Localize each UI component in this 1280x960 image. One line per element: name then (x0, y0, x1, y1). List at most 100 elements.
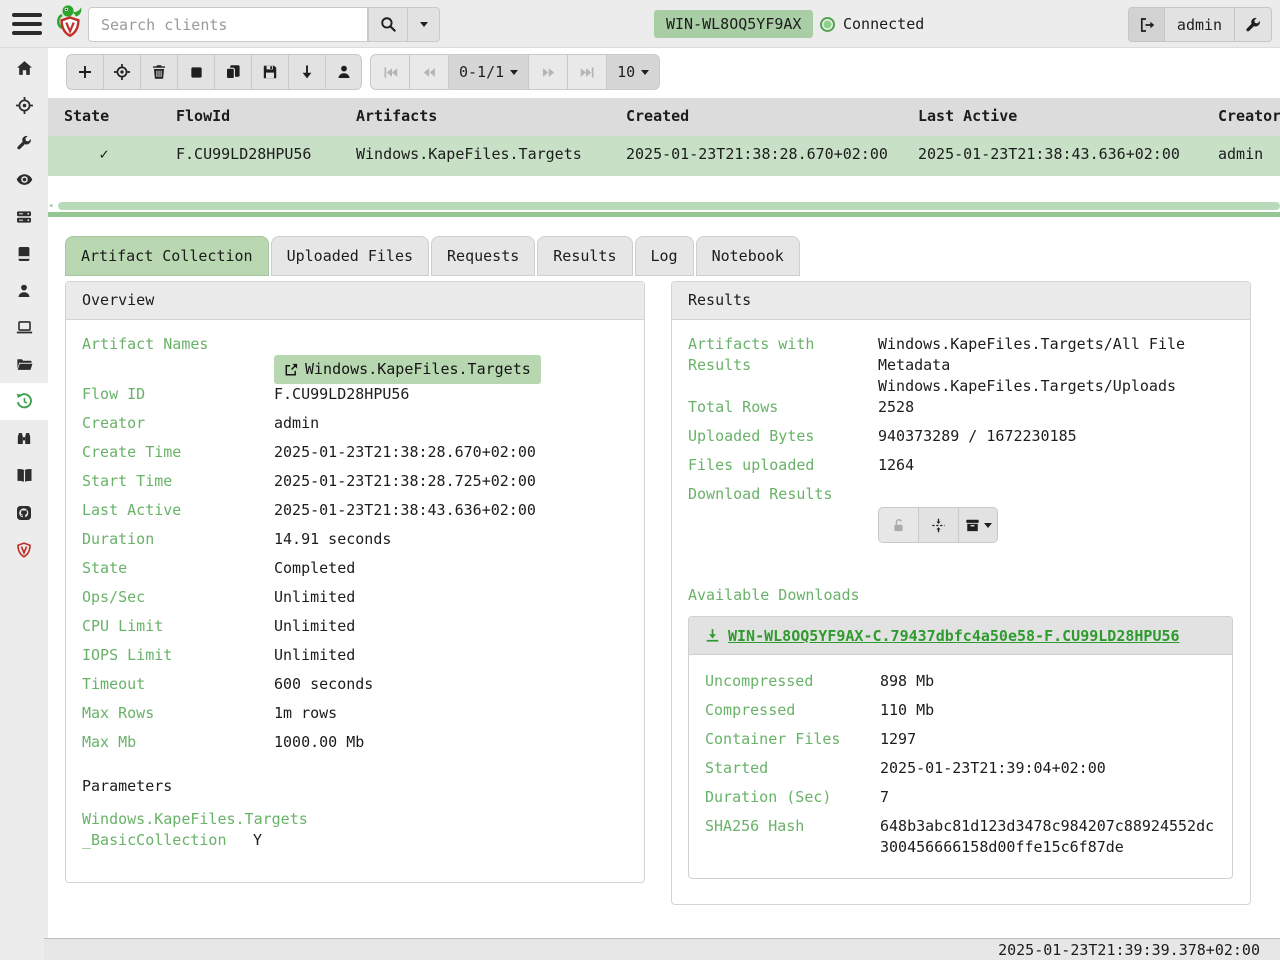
save-icon (262, 64, 278, 80)
download-icon (705, 628, 720, 643)
first-page-button[interactable] (370, 54, 409, 90)
user-icon (336, 64, 352, 80)
save-collection-button[interactable] (251, 54, 288, 90)
delete-flow-button[interactable] (140, 54, 177, 90)
previous-page-button[interactable] (409, 54, 448, 90)
page-range-button[interactable]: 0-1/1 (448, 54, 528, 90)
home-icon (16, 60, 33, 77)
sidebar-item-velociraptor[interactable] (0, 531, 48, 568)
artifact-link-button[interactable]: Windows.KapeFiles.Targets (274, 355, 541, 384)
download-fields: Uncompressed 898 Mb Compressed 110 Mb Co… (689, 655, 1232, 878)
sidebar-item-artifacts[interactable] (0, 124, 48, 161)
overview-field-row: Max Rows 1m rows (82, 703, 628, 732)
download-field-row: Container Files 1297 (705, 729, 1216, 758)
download-field-row: SHA256 Hash 648b3abc81d123d3478c984207c8… (705, 816, 1216, 858)
last-page-button[interactable] (567, 54, 606, 90)
book-open-icon (16, 467, 33, 484)
overview-field-row: State Completed (82, 558, 628, 587)
add-to-hunt-button[interactable] (103, 54, 140, 90)
overview-field-row: Creator admin (82, 413, 628, 442)
overview-panel-title: Overview (66, 282, 644, 320)
caret-down-icon (420, 22, 428, 27)
col-state: State (48, 98, 160, 136)
col-artifacts: Artifacts (340, 98, 610, 136)
wrench-icon (1245, 17, 1261, 33)
horizontal-scrollbar: ◂ (48, 202, 1280, 210)
export-flow-button[interactable] (288, 54, 325, 90)
tab-uploaded-files[interactable]: Uploaded Files (271, 236, 429, 276)
overview-field-row: Ops/Sec Unlimited (82, 587, 628, 616)
download-field-row: Compressed 110 Mb (705, 700, 1216, 729)
tab-log[interactable]: Log (635, 236, 694, 276)
tab-notebook[interactable]: Notebook (696, 236, 800, 276)
tab-requests[interactable]: Requests (431, 236, 535, 276)
github-icon (16, 505, 32, 521)
page-size-button[interactable]: 10 (606, 54, 660, 90)
overview-field-row: Last Active 2025-01-23T21:38:43.636+02:0… (82, 500, 628, 529)
caret-down-icon (510, 70, 518, 75)
col-flowid: FlowId (160, 98, 340, 136)
cancel-flow-button[interactable] (177, 54, 214, 90)
search-button[interactable] (368, 7, 408, 42)
copy-collection-button[interactable] (214, 54, 251, 90)
sidebar-item-collected-flows[interactable] (0, 383, 48, 420)
overview-panel: Overview Artifact Names Windows.KapeFile… (65, 281, 645, 883)
reassign-flow-button[interactable] (325, 54, 362, 90)
results-field-row: Files uploaded 1264 (688, 455, 1234, 484)
search-options-button[interactable] (407, 7, 440, 42)
sidebar-item-hunts[interactable] (0, 87, 48, 124)
hamburger-menu-button[interactable] (10, 11, 46, 37)
status-timestamp: 2025-01-23T21:39:39.378+02:00 (998, 941, 1260, 959)
parameters-artifact-name: Windows.KapeFiles.Targets (82, 809, 628, 830)
overview-field-row: IOPS Limit Unlimited (82, 645, 628, 674)
skip-first-icon (383, 65, 398, 80)
download-field-row: Uncompressed 898 Mb (705, 671, 1216, 700)
flow-last-active-cell: 2025-01-23T21:38:43.636+02:00 (902, 136, 1218, 176)
sidebar-item-vfs[interactable] (0, 346, 48, 383)
user-button[interactable]: admin (1165, 8, 1235, 41)
flows-table: State FlowId Artifacts Created Last Acti… (48, 98, 1280, 176)
download-file-link[interactable]: WIN-WL8OQ5YF9AX-C.79437dbfc4a50e58-F.CU9… (705, 627, 1180, 645)
collapse-download-button[interactable] (918, 507, 958, 543)
logout-button[interactable] (1129, 8, 1165, 41)
download-field-row: Started 2025-01-23T21:39:04+02:00 (705, 758, 1216, 787)
sidebar-item-users[interactable] (0, 272, 48, 309)
server-stack-icon (16, 209, 32, 225)
scroll-left-arrow-icon[interactable]: ◂ (48, 203, 53, 210)
col-creator: Creator (1218, 98, 1280, 136)
results-field-row: Total Rows 2528 (688, 397, 1234, 426)
status-bar: 2025-01-23T21:39:39.378+02:00 (44, 938, 1280, 960)
new-collection-button[interactable] (66, 54, 103, 90)
overview-fields: Flow ID F.CU99LD28HPU56 Creator admin Cr… (82, 384, 628, 761)
settings-button[interactable] (1235, 8, 1271, 41)
download-card: WIN-WL8OQ5YF9AX-C.79437dbfc4a50e58-F.CU9… (688, 616, 1233, 879)
tab-results[interactable]: Results (537, 236, 632, 276)
sidebar-item-server-events[interactable] (0, 198, 48, 235)
scrollbar-thumb[interactable] (58, 202, 1280, 210)
next-page-button[interactable] (528, 54, 567, 90)
copy-icon (225, 64, 241, 80)
overview-field-row: Start Time 2025-01-23T21:38:28.725+02:00 (82, 471, 628, 500)
sidebar-item-host-info[interactable] (0, 309, 48, 346)
crosshair-icon (16, 97, 33, 114)
flow-row-selected[interactable]: ✓ F.CU99LD28HPU56 Windows.KapeFiles.Targ… (48, 136, 1280, 176)
sidebar-item-server-artifacts[interactable] (0, 235, 48, 272)
overview-field-row: Duration 14.91 seconds (82, 529, 628, 558)
caret-down-icon (641, 70, 649, 75)
tab-artifact-collection[interactable]: Artifact Collection (65, 236, 269, 276)
sidebar-item-home[interactable] (0, 50, 48, 87)
connection-status: Connected (820, 10, 924, 38)
search-input[interactable] (88, 7, 368, 42)
unlock-download-button[interactable] (878, 507, 918, 543)
sidebar-item-github[interactable] (0, 494, 48, 531)
sidebar-item-docs[interactable] (0, 457, 48, 494)
prepare-download-button[interactable] (958, 507, 998, 543)
download-field-row: Duration (Sec) 7 (705, 787, 1216, 816)
sidebar-item-notebooks[interactable] (0, 161, 48, 198)
arrow-down-icon (299, 64, 315, 80)
sidebar-item-search[interactable] (0, 420, 48, 457)
velociraptor-logo (52, 4, 88, 44)
search-icon (380, 16, 397, 33)
flow-creator-cell: admin (1218, 136, 1280, 176)
split-pane-divider[interactable] (48, 212, 1280, 217)
